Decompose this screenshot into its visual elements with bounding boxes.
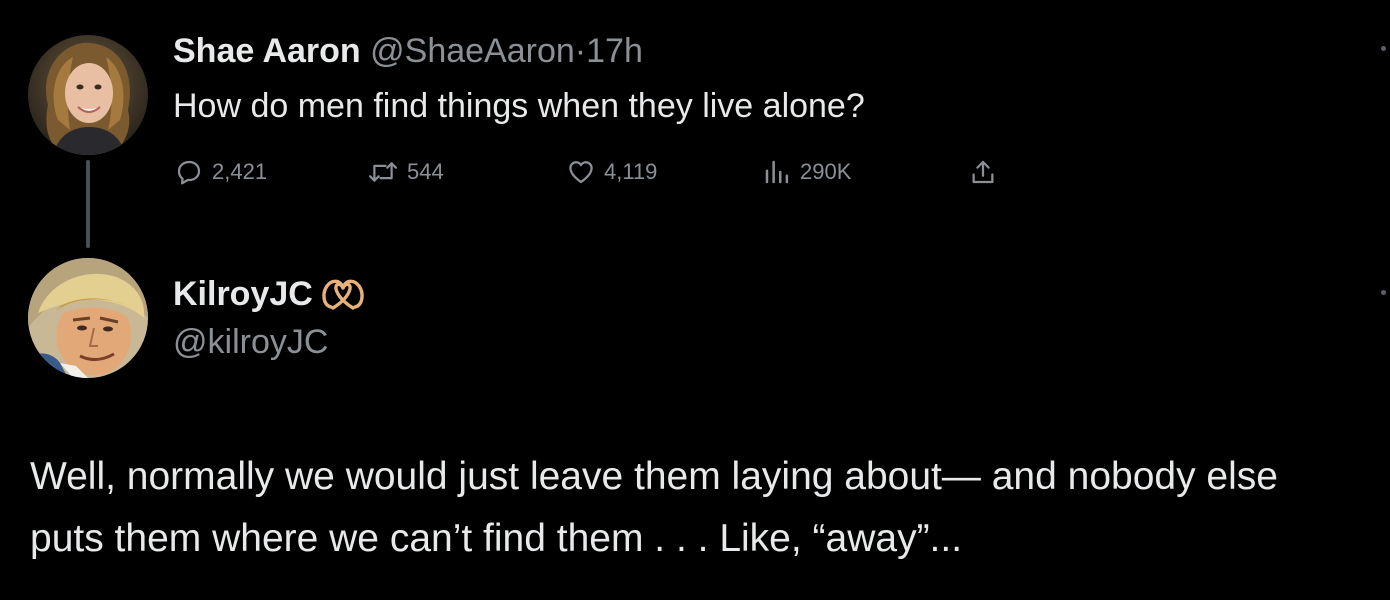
heart-icon [569, 161, 593, 184]
kilroyjc-avatar[interactable] [28, 258, 148, 378]
tweet2-display-name-row: KilroyJC [173, 274, 365, 314]
tweet1-more-icon[interactable] [1381, 46, 1386, 51]
pretzel-icon [322, 279, 364, 310]
share-button[interactable] [968, 156, 1006, 188]
shae-aaron-avatar[interactable] [28, 35, 148, 155]
tweet1-separator: · [574, 32, 587, 70]
tweet2-more-icon[interactable] [1381, 290, 1386, 295]
like-button[interactable]: 4,119 [566, 156, 657, 188]
views-button[interactable]: 290K [762, 156, 851, 188]
retweet-icon [368, 162, 398, 182]
reply-count: 2,421 [212, 159, 268, 184]
reply-icon [177, 160, 201, 185]
retweet-count: 544 [407, 159, 444, 184]
tweet1-header: Shae Aaron @ShaeAaron·17h [173, 31, 643, 71]
retweet-button[interactable]: 544 [367, 156, 444, 188]
tweet1-handle[interactable]: @ShaeAaron [370, 32, 575, 70]
tweet2-display-name[interactable]: KilroyJC [173, 274, 313, 314]
like-count: 4,119 [604, 159, 658, 184]
tweet2-text: Well, normally we would just leave them … [30, 446, 1370, 570]
tweet2-handle[interactable]: @kilroyJC [173, 322, 328, 362]
views-count: 290K [800, 159, 852, 184]
tweet1-time[interactable]: 17h [586, 32, 643, 70]
thread-line [86, 160, 90, 248]
share-icon [972, 160, 994, 184]
tweet2-text-line: Well, normally we would just leave them … [30, 455, 1278, 498]
reply-button[interactable]: 2,421 [174, 156, 267, 188]
views-icon [765, 160, 789, 184]
tweet1-display-name[interactable]: Shae Aaron [173, 32, 361, 70]
tweet1-text: How do men find things when they live al… [173, 87, 865, 125]
tweet2-text-line: puts them where we can’t find them . . .… [30, 517, 963, 560]
